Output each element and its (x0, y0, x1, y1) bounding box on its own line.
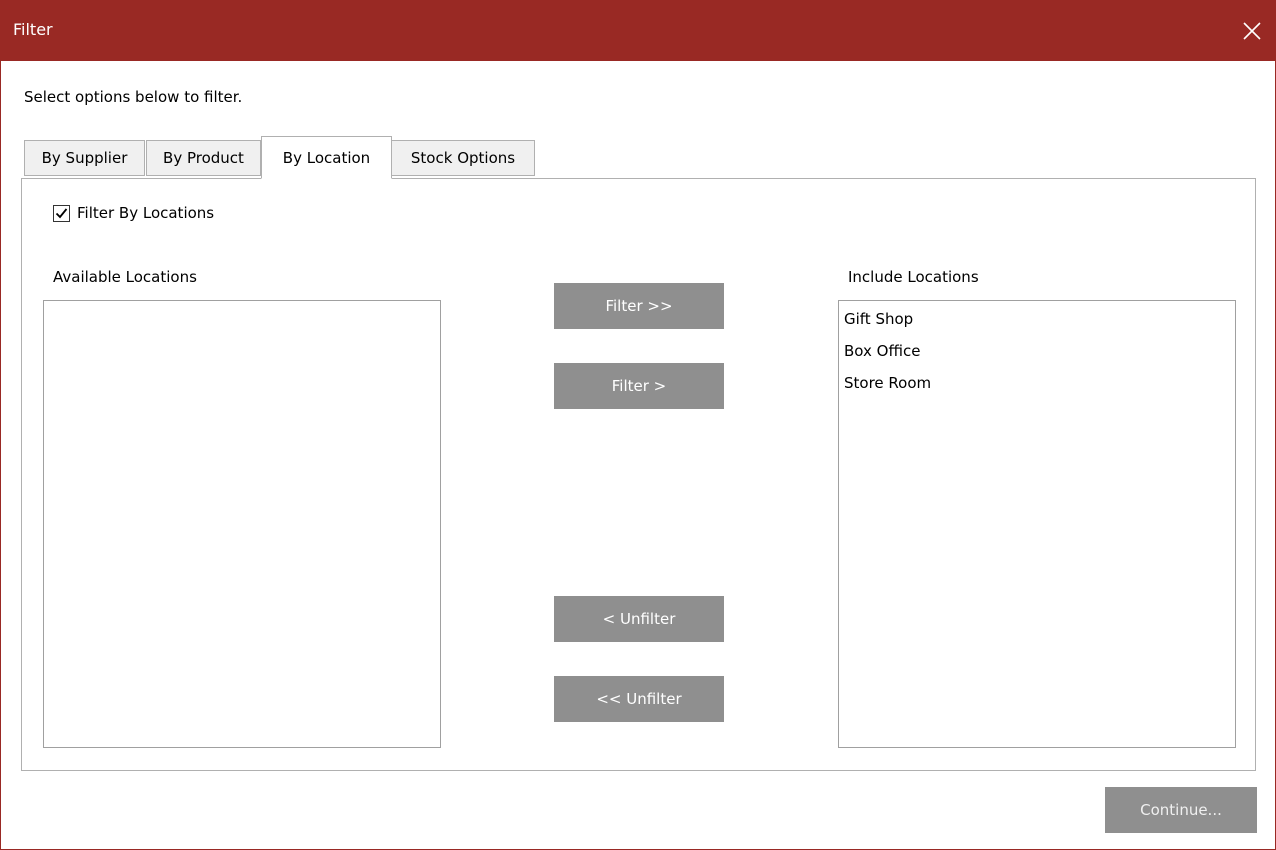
available-locations-list[interactable] (43, 300, 441, 748)
tab-by-product[interactable]: By Product (146, 140, 261, 176)
filter-by-locations-checkbox[interactable]: Filter By Locations (53, 204, 214, 222)
close-button[interactable] (1229, 1, 1275, 61)
close-icon (1243, 22, 1261, 40)
window-title: Filter (13, 20, 53, 39)
include-locations-label: Include Locations (848, 268, 979, 286)
continue-button[interactable]: Continue... (1105, 787, 1257, 833)
tab-stock-options[interactable]: Stock Options (391, 140, 535, 176)
include-locations-list[interactable]: Gift Shop Box Office Store Room (838, 300, 1236, 748)
checkmark-icon (55, 207, 68, 218)
instruction-text: Select options below to filter. (24, 88, 243, 106)
tab-by-location[interactable]: By Location (261, 136, 392, 179)
filter-dialog: Filter Select options below to filter. B… (0, 0, 1276, 850)
unfilter-all-button[interactable]: << Unfilter (554, 676, 724, 722)
filter-selected-button[interactable]: Filter > (554, 363, 724, 409)
list-item[interactable]: Gift Shop (844, 305, 1230, 337)
list-item[interactable]: Box Office (844, 337, 1230, 369)
list-item[interactable]: Store Room (844, 369, 1230, 401)
checkbox-box[interactable] (53, 204, 70, 222)
title-bar[interactable]: Filter (1, 1, 1275, 61)
unfilter-selected-button[interactable]: < Unfilter (554, 596, 724, 642)
tab-by-supplier[interactable]: By Supplier (24, 140, 145, 176)
available-locations-label: Available Locations (53, 268, 197, 286)
checkbox-label: Filter By Locations (77, 204, 215, 222)
filter-all-button[interactable]: Filter >> (554, 283, 724, 329)
